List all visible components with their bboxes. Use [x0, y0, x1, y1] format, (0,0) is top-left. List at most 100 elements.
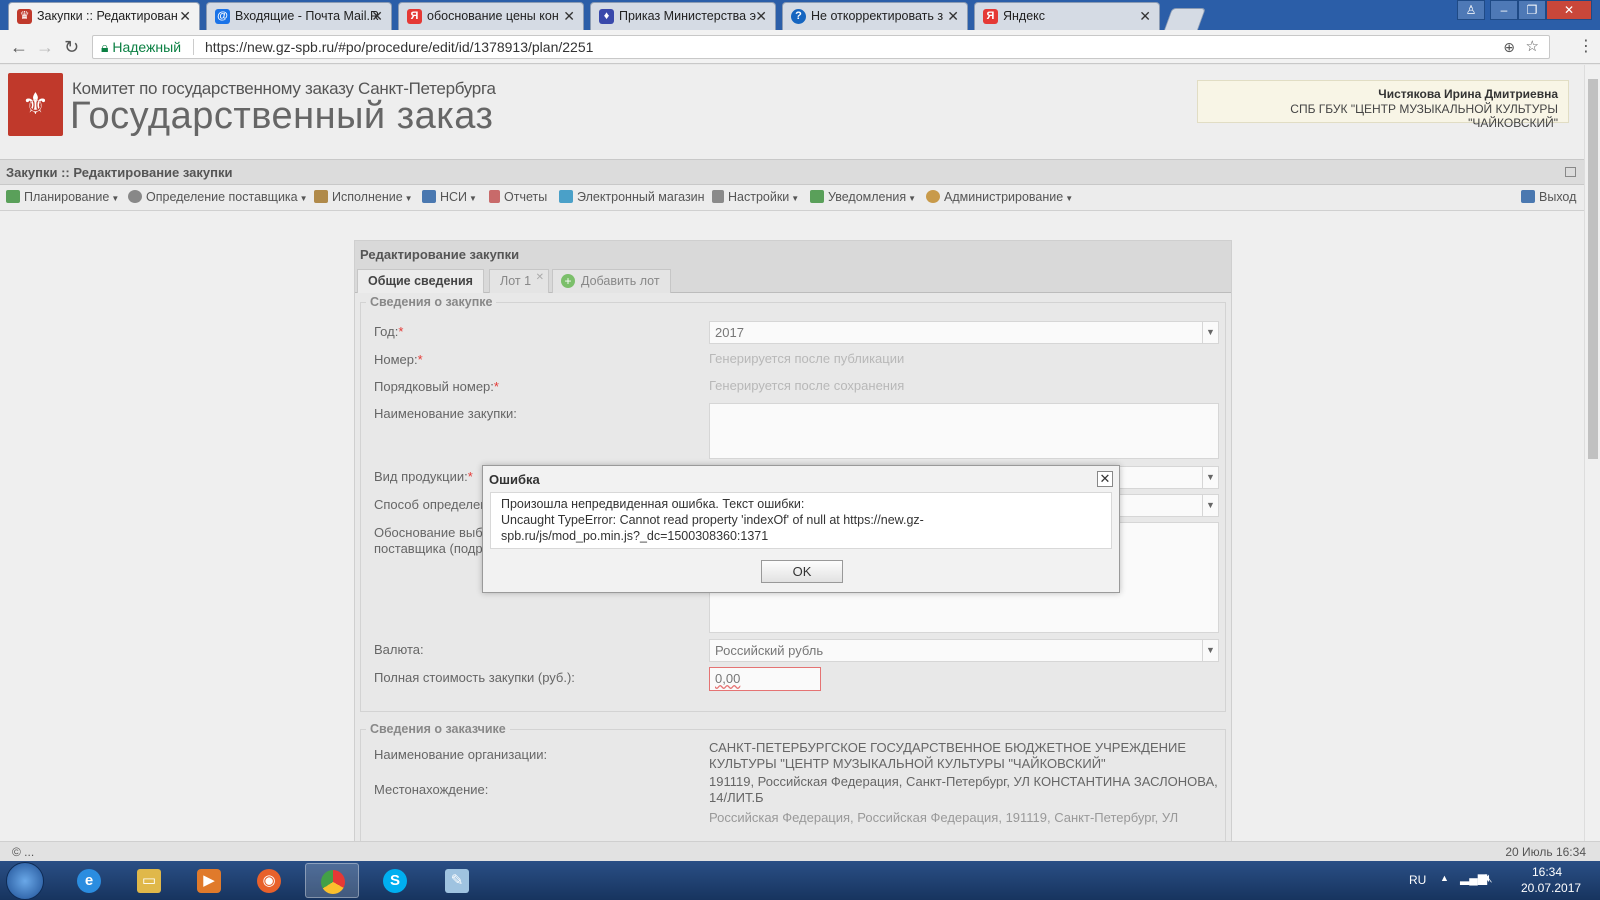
app-status-bar: © ... 20 Июль 16:34 [0, 841, 1600, 861]
org-name-value: САНКТ-ПЕТЕРБУРГСКОЕ ГОСУДАРСТВЕННОЕ БЮДЖ… [709, 740, 1187, 755]
close-icon[interactable]: ✕ [1097, 471, 1113, 487]
network-icon[interactable]: ▂▄▆ [1460, 871, 1487, 885]
location-value-2: 14/ЛИТ.Б [709, 790, 764, 805]
close-tab-icon[interactable]: ✕ [1139, 8, 1151, 25]
currency-select[interactable]: Российский рубль ▼ [709, 639, 1219, 662]
page-scrollbar[interactable] [1584, 65, 1600, 841]
user-info-box: Чистякова Ирина Дмитриевна СПБ ГБУК "ЦЕН… [1197, 80, 1569, 130]
close-icon[interactable]: ✕ [536, 272, 544, 283]
close-tab-icon[interactable]: ✕ [947, 8, 959, 25]
firefox-icon: ◉ [257, 869, 281, 893]
windows-taskbar: e ▭ ▶ ◉ S ✎ RU ▲ ▂▄▆ 🔇︎ 16:34 20.07.2017 [0, 861, 1600, 900]
logout-button[interactable]: Выход [1521, 190, 1576, 204]
ie-taskbar-button[interactable]: e [62, 863, 116, 898]
close-tab-icon[interactable]: ✕ [563, 8, 575, 25]
chevron-down-icon[interactable]: ▼ [1202, 495, 1218, 516]
browser-tab-6[interactable]: Я Яндекс ✕ [974, 2, 1160, 30]
number-label: Номер:* [374, 352, 423, 367]
copyright-text: © ... [12, 845, 35, 859]
browser-tab-4[interactable]: ♦ Приказ Министерства э ✕ [590, 2, 776, 30]
browser-tab-3[interactable]: Я обоснование цены кон ✕ [398, 2, 584, 30]
folder-icon: ▭ [137, 869, 161, 893]
browser-tab-1[interactable]: ♛ Закупки :: Редактирован ✕ [8, 2, 200, 30]
menu-reports[interactable]: Отчеты [489, 190, 547, 204]
menu-notifications[interactable]: Уведомления ▼ [810, 190, 916, 204]
seq-label: Порядковый номер:* [374, 379, 499, 394]
site-favicon: ♛ [17, 9, 32, 24]
menu-nsi[interactable]: НСИ ▼ [422, 190, 477, 204]
window-close-icon[interactable]: ✕ [1546, 0, 1592, 20]
currency-label: Валюта: [374, 642, 424, 657]
profile-icon[interactable]: ♙ [1457, 0, 1485, 20]
close-tab-icon[interactable]: ✕ [179, 8, 191, 25]
browser-tab-5[interactable]: ? Не откорректировать з ✕ [782, 2, 968, 30]
maximize-icon[interactable]: ❐ [1518, 0, 1546, 20]
user-organization: СПБ ГБУК "ЦЕНТР МУЗЫКАЛЬНОЙ КУЛЬТУРЫ "ЧА… [1290, 102, 1558, 130]
menu-eshop[interactable]: Электронный магазин [559, 190, 705, 204]
web-page: ⚜ Комитет по государственному заказу Сан… [0, 65, 1584, 841]
location-label: Местонахождение: [374, 782, 489, 797]
explorer-taskbar-button[interactable]: ▭ [122, 863, 176, 898]
address-bar[interactable]: 🔒︎ Надежный https://new.gz-spb.ru/#po/pr… [92, 35, 1550, 59]
menu-settings[interactable]: Настройки ▼ [712, 190, 799, 204]
close-tab-icon[interactable]: ✕ [371, 8, 383, 25]
minimize-icon[interactable]: – [1490, 0, 1518, 20]
chrome-taskbar-button[interactable] [305, 863, 359, 898]
year-select[interactable]: 2017 ▼ [709, 321, 1219, 344]
site-header: ⚜ Комитет по государственному заказу Сан… [0, 65, 1584, 159]
browser-toolbar: ← → ↻ 🔒︎ Надежный https://new.gz-spb.ru/… [0, 30, 1600, 64]
menu-execution[interactable]: Исполнение ▼ [314, 190, 413, 204]
collapse-icon[interactable] [1565, 167, 1576, 177]
show-hidden-icons[interactable]: ▲ [1440, 873, 1449, 883]
ok-button[interactable]: OK [761, 560, 843, 583]
name-textarea[interactable] [709, 403, 1219, 459]
menu-admin[interactable]: Администрирование ▼ [926, 190, 1073, 204]
tab-title: Приказ Министерства э [619, 9, 756, 23]
browser-tab-2[interactable]: @ Входящие - Почта Mail.R ✕ [206, 2, 392, 30]
menu-planning[interactable]: Планирование ▼ [6, 190, 119, 204]
location-value: 191119, Российская Федерация, Санкт-Пете… [709, 774, 1218, 789]
total-cost-input[interactable]: 0,00 [709, 667, 821, 691]
secure-indicator[interactable]: 🔒︎ Надежный [101, 36, 181, 58]
clock-time[interactable]: 16:34 [1532, 865, 1562, 879]
question-favicon: ? [791, 9, 806, 24]
error-line-2: Uncaught TypeError: Cannot read property… [501, 513, 924, 527]
tab-lot-1[interactable]: Лот 1 ✕ [489, 269, 549, 293]
status-datetime: 20 Июль 16:34 [1505, 845, 1586, 859]
volume-muted-icon[interactable]: 🔇︎ [1485, 871, 1493, 886]
tab-add-lot[interactable]: + Добавить лот [552, 269, 671, 293]
address-value-cut: Российская Федерация, Российская Федерац… [709, 810, 1179, 825]
scroll-thumb[interactable] [1588, 79, 1598, 459]
firefox-taskbar-button[interactable]: ◉ [242, 863, 296, 898]
chrome-icon [321, 870, 345, 894]
add-icon: + [561, 274, 575, 288]
execution-icon [314, 190, 328, 203]
close-tab-icon[interactable]: ✕ [755, 8, 767, 25]
zoom-icon[interactable]: ⊕ [1503, 36, 1515, 58]
total-cost-label: Полная стоимость закупки (руб.): [374, 670, 575, 685]
forward-arrow-icon[interactable]: → [36, 37, 54, 58]
chevron-down-icon[interactable]: ▼ [1202, 467, 1218, 488]
back-arrow-icon[interactable]: ← [10, 37, 28, 58]
media-player-taskbar-button[interactable]: ▶ [182, 863, 236, 898]
spb-emblem-logo: ⚜ [8, 73, 63, 136]
new-tab-button[interactable] [1163, 8, 1207, 30]
reload-icon[interactable]: ↻ [64, 37, 79, 58]
chevron-down-icon[interactable]: ▼ [1202, 640, 1218, 661]
panel-title: Редактирование закупки [355, 241, 1231, 267]
menu-supplier[interactable]: Определение поставщика ▼ [128, 190, 308, 204]
seq-hint: Генерируется после сохранения [709, 378, 905, 393]
notepad-taskbar-button[interactable]: ✎ [430, 863, 484, 898]
chevron-down-icon[interactable]: ▼ [1202, 322, 1218, 343]
language-indicator[interactable]: RU [1409, 873, 1426, 887]
url-text[interactable]: https://new.gz-spb.ru/#po/procedure/edit… [205, 36, 593, 58]
start-button[interactable] [6, 862, 44, 900]
browser-menu-icon[interactable]: ⋮ [1578, 36, 1594, 56]
bookmark-star-icon[interactable]: ☆ [1526, 36, 1539, 58]
clock-date[interactable]: 20.07.2017 [1521, 881, 1581, 895]
yandex-favicon: Я [983, 9, 998, 24]
tab-general[interactable]: Общие сведения [357, 269, 484, 293]
main-menu: Планирование ▼ Определение поставщика ▼ Ис… [0, 185, 1584, 211]
error-line-1: Произошла непредвиденная ошибка. Текст о… [501, 497, 805, 511]
skype-taskbar-button[interactable]: S [368, 863, 422, 898]
